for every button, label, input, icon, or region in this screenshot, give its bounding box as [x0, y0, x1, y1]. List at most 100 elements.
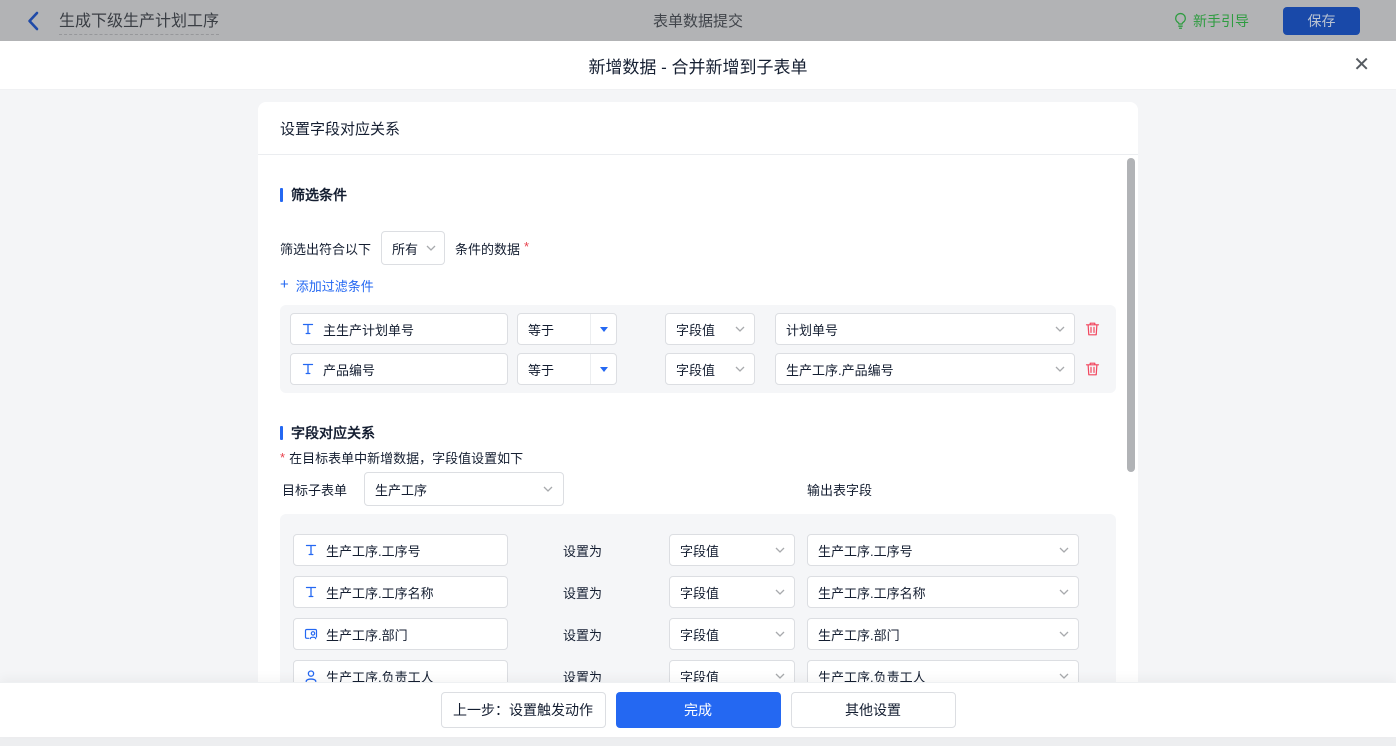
filter-section-title: 筛选条件: [280, 185, 1116, 205]
mapping-field-label: 生产工序.负责工人: [326, 667, 434, 683]
target-subform-value: 生产工序: [375, 480, 427, 499]
filter-scope-select[interactable]: 所有: [381, 231, 445, 265]
user-field-icon: [304, 669, 318, 682]
filter-valuetype-value: 字段值: [676, 320, 715, 339]
mapping-valuetype-value: 字段值: [680, 583, 719, 602]
mapping-field[interactable]: 生产工序.工序号: [293, 534, 508, 566]
chevron-down-icon: [735, 366, 745, 372]
chevron-down-icon: [735, 326, 745, 332]
save-button[interactable]: 保存: [1283, 7, 1360, 35]
dropdown-caret-icon: [590, 314, 616, 344]
modal-header: 新增数据 - 合并新增到子表单 ✕: [0, 41, 1396, 90]
workflow-title[interactable]: 生成下级生产计划工序: [59, 7, 219, 35]
filter-section-label: 筛选条件: [291, 185, 347, 205]
mapping-value-select[interactable]: 生产工序.工序名称: [807, 576, 1079, 608]
back-button[interactable]: [26, 11, 39, 31]
target-subform-select[interactable]: 生产工序: [364, 472, 564, 506]
mapping-value-select[interactable]: 生产工序.部门: [807, 618, 1079, 650]
add-filter-condition-link[interactable]: + 添加过滤条件: [280, 277, 374, 293]
chevron-down-icon: [1055, 326, 1065, 332]
mapping-field-label: 生产工序.部门: [326, 625, 408, 644]
set-as-label: 设置为: [563, 625, 605, 644]
filter-operator-select[interactable]: 等于: [517, 353, 617, 385]
beginner-guide-link[interactable]: 新手引导: [1173, 11, 1249, 31]
set-as-label: 设置为: [563, 667, 605, 683]
required-mark: *: [280, 450, 285, 465]
required-mark: *: [524, 239, 529, 254]
delete-condition-icon[interactable]: [1085, 321, 1100, 337]
dropdown-caret-icon: [590, 354, 616, 384]
mapping-valuetype-select[interactable]: 字段值: [669, 534, 795, 566]
filter-value-select[interactable]: 计划单号: [775, 313, 1075, 345]
set-as-label: 设置为: [563, 583, 605, 602]
filter-value-select[interactable]: 生产工序.产品编号: [775, 353, 1075, 385]
mapping-valuetype-select[interactable]: 字段值: [669, 618, 795, 650]
filter-value-label: 生产工序.产品编号: [786, 360, 894, 379]
mapping-field-label: 生产工序.工序名称: [326, 583, 434, 602]
back-chevron-icon: [26, 11, 39, 31]
section-accent-bar: [280, 426, 283, 440]
beginner-guide-label: 新手引导: [1193, 11, 1249, 31]
target-subform-label: 目标子表单: [282, 480, 352, 499]
close-icon[interactable]: ✕: [1353, 53, 1370, 77]
chevron-down-icon: [1059, 673, 1069, 679]
filter-operator-select[interactable]: 等于: [517, 313, 617, 345]
filter-value-label: 计划单号: [786, 320, 838, 339]
settings-card: 设置字段对应关系 筛选条件 筛选出符合以下 所有 条件的数据 * +: [258, 102, 1138, 682]
filter-field-select[interactable]: 主生产计划单号: [290, 313, 508, 345]
text-field-icon: [304, 543, 318, 557]
filter-operator-value: 等于: [518, 320, 590, 339]
scrollbar-thumb[interactable]: [1127, 158, 1135, 472]
chevron-down-icon: [775, 589, 785, 595]
mapping-valuetype-value: 字段值: [680, 667, 719, 683]
mapping-valuetype-value: 字段值: [680, 625, 719, 644]
previous-step-button[interactable]: 上一步：设置触发动作: [441, 692, 606, 728]
section-accent-bar: [280, 188, 283, 202]
mapping-field[interactable]: 生产工序.工序名称: [293, 576, 508, 608]
add-filter-condition-label: 添加过滤条件: [296, 276, 374, 295]
text-field-icon: [301, 322, 315, 336]
delete-condition-icon[interactable]: [1085, 361, 1100, 377]
chevron-down-icon: [1055, 366, 1065, 372]
filter-valuetype-value: 字段值: [676, 360, 715, 379]
mapping-row: 生产工序.工序名称 设置为 字段值 生产工序.工序名称: [293, 576, 1106, 608]
mapping-row: 生产工序.部门 设置为 字段值 生产工序.部门: [293, 618, 1106, 650]
top-bar: 生成下级生产计划工序 表单数据提交 新手引导 保存: [0, 0, 1396, 41]
chevron-down-icon: [426, 245, 436, 251]
mapping-row: 生产工序.负责工人 设置为 字段值 生产工序.负责工人: [293, 660, 1106, 682]
mapping-value-select[interactable]: 生产工序.工序号: [807, 534, 1079, 566]
lightbulb-icon: [1173, 12, 1188, 30]
card-content: 筛选条件 筛选出符合以下 所有 条件的数据 * + 添加过滤条件: [258, 185, 1138, 682]
mapping-value-label: 生产工序.工序号: [818, 541, 913, 560]
target-subform-row: 目标子表单 生产工序 输出表字段: [280, 472, 1116, 506]
filter-operator-value: 等于: [518, 360, 590, 379]
mapping-value-select[interactable]: 生产工序.负责工人: [807, 660, 1079, 682]
filter-field-label: 产品编号: [323, 360, 375, 379]
chevron-down-icon: [1059, 631, 1069, 637]
filter-conditions-panel: 主生产计划单号 等于 字段值 计划单号: [280, 305, 1116, 393]
chevron-down-icon: [775, 547, 785, 553]
filter-line-suffix: 条件的数据: [455, 239, 520, 258]
modal-footer: 上一步：设置触发动作 完成 其他设置: [0, 682, 1396, 737]
other-settings-button[interactable]: 其他设置: [791, 692, 956, 728]
text-field-icon: [304, 585, 318, 599]
mapping-valuetype-select[interactable]: 字段值: [669, 576, 795, 608]
field-mapping-panel: 生产工序.工序号 设置为 字段值 生产工序.工序号: [280, 514, 1116, 682]
mapping-row: 生产工序.工序号 设置为 字段值 生产工序.工序号: [293, 534, 1106, 566]
filter-field-select[interactable]: 产品编号: [290, 353, 508, 385]
filter-valuetype-select[interactable]: 字段值: [665, 353, 755, 385]
filter-row: 主生产计划单号 等于 字段值 计划单号: [290, 313, 1106, 345]
chevron-down-icon: [775, 631, 785, 637]
output-fields-label: 输出表字段: [807, 480, 872, 499]
done-button[interactable]: 完成: [616, 692, 781, 728]
mapping-valuetype-select[interactable]: 字段值: [669, 660, 795, 682]
mapping-value-label: 生产工序.部门: [818, 625, 900, 644]
modal-title: 新增数据 - 合并新增到子表单: [588, 53, 807, 78]
text-field-icon: [301, 362, 315, 376]
department-field-icon: [304, 627, 318, 641]
filter-valuetype-select[interactable]: 字段值: [665, 313, 755, 345]
mapping-field[interactable]: 生产工序.负责工人: [293, 660, 508, 682]
filter-scope-line: 筛选出符合以下 所有 条件的数据 *: [280, 231, 1116, 265]
mapping-field[interactable]: 生产工序.部门: [293, 618, 508, 650]
mapping-section-label: 字段对应关系: [291, 423, 375, 443]
